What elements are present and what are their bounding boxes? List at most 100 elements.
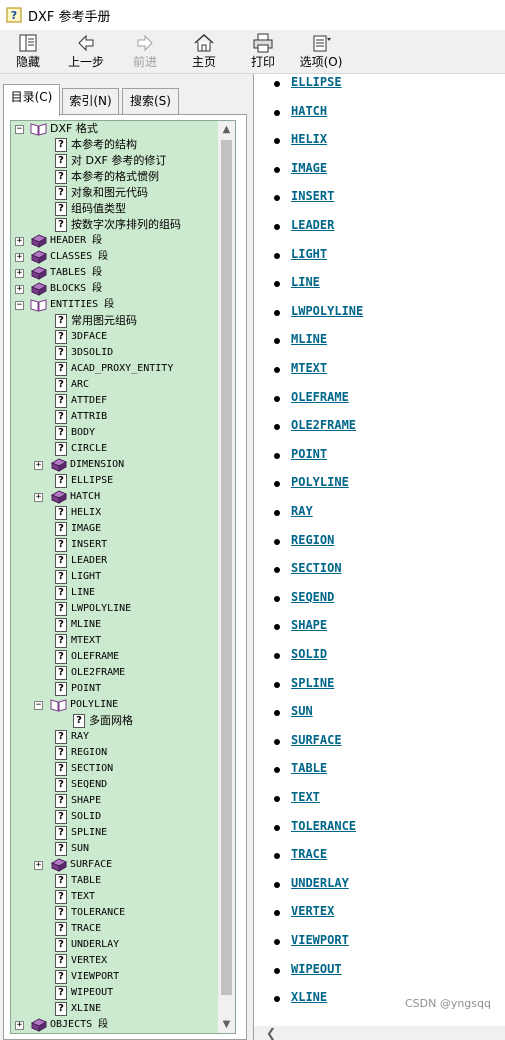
tree-item[interactable]: ? 多面网格 — [11, 713, 219, 729]
tree-item[interactable]: ? ACAD_PROXY_ENTITY — [11, 361, 219, 377]
forward-button[interactable]: 前进 — [117, 32, 173, 72]
tree-item[interactable]: + SURFACE — [11, 857, 219, 873]
collapse-icon[interactable]: − — [15, 301, 24, 310]
tree-item[interactable]: ? ARC — [11, 377, 219, 393]
expand-icon[interactable]: + — [15, 237, 24, 246]
entity-link[interactable]: LWPOLYLINE — [291, 303, 363, 319]
scroll-down-icon[interactable]: ▼ — [218, 1016, 235, 1033]
expand-icon[interactable]: + — [34, 493, 43, 502]
tab-index[interactable]: 索引(N) — [62, 88, 119, 114]
tree-item[interactable]: ? ATTDEF — [11, 393, 219, 409]
tree-item[interactable]: + HATCH — [11, 489, 219, 505]
entity-link[interactable]: ELLIPSE — [291, 74, 342, 90]
tree-item[interactable]: + HEADER 段 — [11, 233, 219, 249]
entity-link[interactable]: OLE2FRAME — [291, 417, 356, 433]
tree-item[interactable]: ? 本参考的结构 — [11, 137, 219, 153]
tree-item[interactable]: ? 3DFACE — [11, 329, 219, 345]
tree-item[interactable]: − ENTITIES 段 — [11, 297, 219, 313]
tree-item[interactable]: ? 本参考的格式惯例 — [11, 169, 219, 185]
hide-button[interactable]: 隐藏 — [0, 32, 56, 72]
tree-item[interactable]: ? HELIX — [11, 505, 219, 521]
collapse-icon[interactable]: − — [15, 125, 24, 134]
entity-link[interactable]: HATCH — [291, 103, 327, 119]
entity-link[interactable]: LINE — [291, 274, 320, 290]
tree-item[interactable]: ? SPLINE — [11, 825, 219, 841]
entity-link[interactable]: RAY — [291, 503, 313, 519]
expand-icon[interactable]: + — [15, 1021, 24, 1030]
entity-link[interactable]: INSERT — [291, 188, 334, 204]
entity-link[interactable]: SPLINE — [291, 675, 334, 691]
collapse-icon[interactable]: − — [34, 701, 43, 710]
tree-item[interactable]: ? VERTEX — [11, 953, 219, 969]
entity-link[interactable]: SURFACE — [291, 732, 342, 748]
expand-icon[interactable]: + — [15, 253, 24, 262]
entity-link[interactable]: LEADER — [291, 217, 334, 233]
tree-scrollbar[interactable]: ▲ ▼ — [218, 121, 235, 1033]
entity-link[interactable]: OLEFRAME — [291, 389, 349, 405]
scroll-up-icon[interactable]: ▲ — [218, 121, 235, 138]
tree-item[interactable]: + TABLES 段 — [11, 265, 219, 281]
tree-item[interactable]: ? TEXT — [11, 889, 219, 905]
tree-item[interactable]: ? WIPEOUT — [11, 985, 219, 1001]
entity-link[interactable]: SOLID — [291, 646, 327, 662]
print-button[interactable]: 打印 — [235, 32, 291, 72]
entity-link[interactable]: POINT — [291, 446, 327, 462]
tree-item[interactable]: ? ATTRIB — [11, 409, 219, 425]
tree-item[interactable]: ? 常用图元组码 — [11, 313, 219, 329]
tree-item[interactable]: + BLOCKS 段 — [11, 281, 219, 297]
topic-h-scrollbar[interactable]: ❮ — [254, 1026, 505, 1040]
tree-item[interactable]: ? CIRCLE — [11, 441, 219, 457]
entity-link[interactable]: SEQEND — [291, 589, 334, 605]
entity-link[interactable]: MTEXT — [291, 360, 327, 376]
tree-item[interactable]: ? POINT — [11, 681, 219, 697]
tree-item[interactable]: ? 对象和图元代码 — [11, 185, 219, 201]
entity-link[interactable]: VIEWPORT — [291, 932, 349, 948]
tree-item[interactable]: ? OLE2FRAME — [11, 665, 219, 681]
tree-item[interactable]: ? UNDERLAY — [11, 937, 219, 953]
entity-link[interactable]: POLYLINE — [291, 474, 349, 490]
tree-item[interactable]: ? LINE — [11, 585, 219, 601]
entity-link[interactable]: WIPEOUT — [291, 961, 342, 977]
entity-link[interactable]: TEXT — [291, 789, 320, 805]
tree-item[interactable]: ? ELLIPSE — [11, 473, 219, 489]
tree-item[interactable]: + DIMENSION — [11, 457, 219, 473]
tree-item[interactable]: ? TOLERANCE — [11, 905, 219, 921]
back-button[interactable]: 上一步 — [58, 32, 114, 72]
tree-item[interactable]: ? 3DSOLID — [11, 345, 219, 361]
tree-item[interactable]: ? MLINE — [11, 617, 219, 633]
entity-link[interactable]: TABLE — [291, 760, 327, 776]
entity-link[interactable]: MLINE — [291, 331, 327, 347]
entity-link[interactable]: IMAGE — [291, 160, 327, 176]
expand-icon[interactable]: + — [34, 461, 43, 470]
tree-item[interactable]: + OBJECTS 段 — [11, 1017, 219, 1033]
tree-item[interactable]: ? OLEFRAME — [11, 649, 219, 665]
tab-search[interactable]: 搜索(S) — [122, 88, 179, 114]
tree-item[interactable]: ? MTEXT — [11, 633, 219, 649]
entity-link[interactable]: HELIX — [291, 131, 327, 147]
tree-item[interactable]: − DXF 格式 — [11, 121, 219, 137]
tree-item[interactable]: ? BODY — [11, 425, 219, 441]
tree-item[interactable]: ? SECTION — [11, 761, 219, 777]
tree-item[interactable]: ? LWPOLYLINE — [11, 601, 219, 617]
tree-item[interactable]: ? TRACE — [11, 921, 219, 937]
tree-item[interactable]: ? REGION — [11, 745, 219, 761]
tree-item[interactable]: ? IMAGE — [11, 521, 219, 537]
entity-link[interactable]: SECTION — [291, 560, 342, 576]
entity-link[interactable]: UNDERLAY — [291, 875, 349, 891]
entity-link[interactable]: TRACE — [291, 846, 327, 862]
expand-icon[interactable]: + — [15, 285, 24, 294]
expand-icon[interactable]: + — [34, 861, 43, 870]
tree-item[interactable]: ? SHAPE — [11, 793, 219, 809]
entity-link[interactable]: VERTEX — [291, 903, 334, 919]
tree-item[interactable]: ? SEQEND — [11, 777, 219, 793]
entity-link[interactable]: XLINE — [291, 989, 327, 1005]
expand-icon[interactable]: + — [15, 269, 24, 278]
tree-item[interactable]: ? 对 DXF 参考的修订 — [11, 153, 219, 169]
tree-item[interactable]: ? 按数字次序排列的组码 — [11, 217, 219, 233]
tree-item[interactable]: ? LEADER — [11, 553, 219, 569]
tree-item[interactable]: ? 组码值类型 — [11, 201, 219, 217]
scroll-thumb[interactable] — [221, 140, 232, 995]
tree-item[interactable]: ? VIEWPORT — [11, 969, 219, 985]
scroll-left-icon[interactable]: ❮ — [266, 1026, 276, 1040]
tree-item[interactable]: ? INSERT — [11, 537, 219, 553]
